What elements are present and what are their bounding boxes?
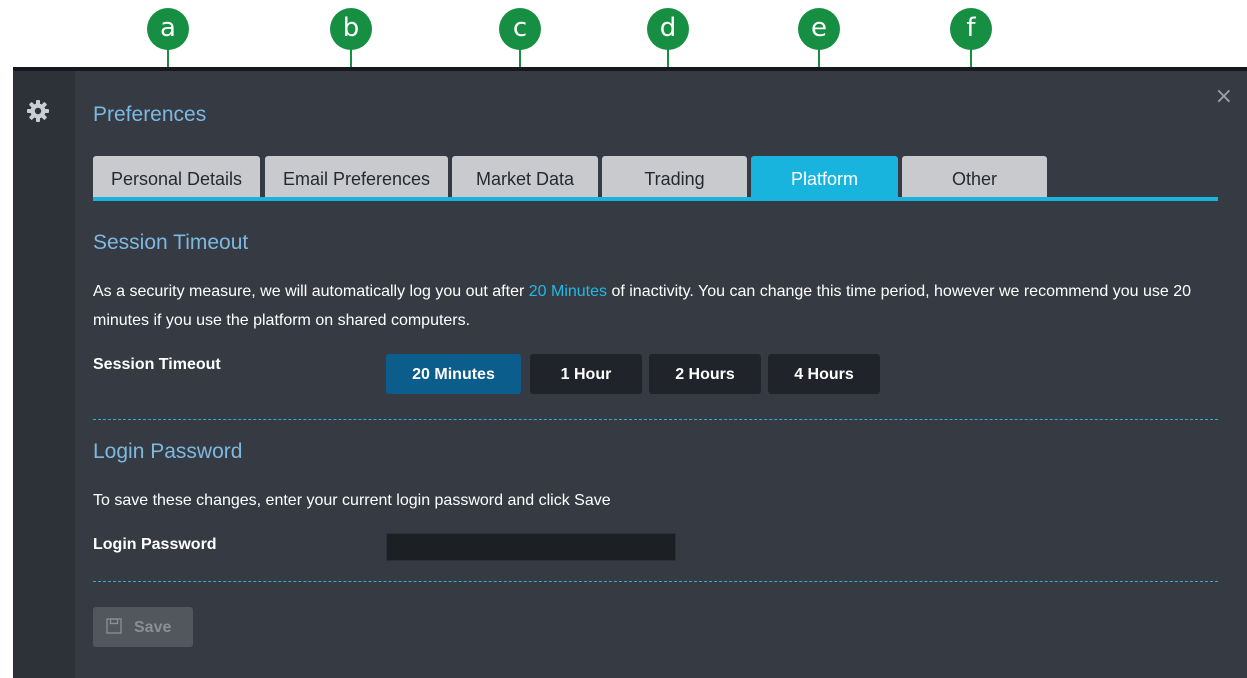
- preferences-tabs: Personal Details Email Preferences Marke…: [93, 156, 1218, 197]
- section-divider: [93, 419, 1218, 420]
- save-button[interactable]: Save: [93, 607, 193, 647]
- login-password-heading: Login Password: [93, 440, 243, 463]
- dialog-title: Preferences: [93, 103, 207, 126]
- tab-other[interactable]: Other: [902, 156, 1047, 197]
- callout-e-label: e: [798, 8, 840, 50]
- tab-personal-details[interactable]: Personal Details: [93, 156, 260, 197]
- tab-market-data[interactable]: Market Data: [452, 156, 598, 197]
- callout-c-label: c: [499, 8, 541, 50]
- floppy-disk-icon: [106, 618, 122, 634]
- save-button-label: Save: [134, 619, 172, 636]
- callout-a-label: a: [147, 8, 189, 50]
- callout-f-label: f: [950, 8, 992, 50]
- login-password-description: To save these changes, enter your curren…: [93, 492, 611, 509]
- callout-d-label: d: [647, 8, 689, 50]
- tab-underline: [93, 197, 1218, 201]
- session-timeout-label: Session Timeout: [93, 356, 221, 373]
- callout-b-label: b: [330, 8, 372, 50]
- timeout-option-1-hour[interactable]: 1 Hour: [530, 354, 642, 394]
- preferences-dialog: × Preferences Personal Details Email Pre…: [13, 67, 1247, 678]
- current-timeout-highlight: 20 Minutes: [528, 283, 608, 300]
- window-top-strip: [13, 67, 1247, 71]
- login-password-input[interactable]: [386, 533, 676, 561]
- close-icon[interactable]: ×: [1215, 84, 1233, 109]
- tab-platform[interactable]: Platform: [751, 156, 898, 197]
- timeout-option-4-hours[interactable]: 4 Hours: [768, 354, 880, 394]
- session-timeout-heading: Session Timeout: [93, 231, 249, 254]
- tab-email-preferences[interactable]: Email Preferences: [265, 156, 448, 197]
- timeout-option-20-minutes[interactable]: 20 Minutes: [386, 354, 521, 394]
- gear-icon[interactable]: [26, 99, 50, 123]
- login-password-label: Login Password: [93, 536, 217, 553]
- session-timeout-description: As a security measure, we will automatic…: [93, 277, 1223, 335]
- tab-trading[interactable]: Trading: [602, 156, 747, 197]
- timeout-option-2-hours[interactable]: 2 Hours: [649, 354, 761, 394]
- sidebar: [13, 71, 75, 678]
- section-divider: [93, 581, 1218, 582]
- description-text-start: As a security measure, we will automatic…: [93, 283, 529, 300]
